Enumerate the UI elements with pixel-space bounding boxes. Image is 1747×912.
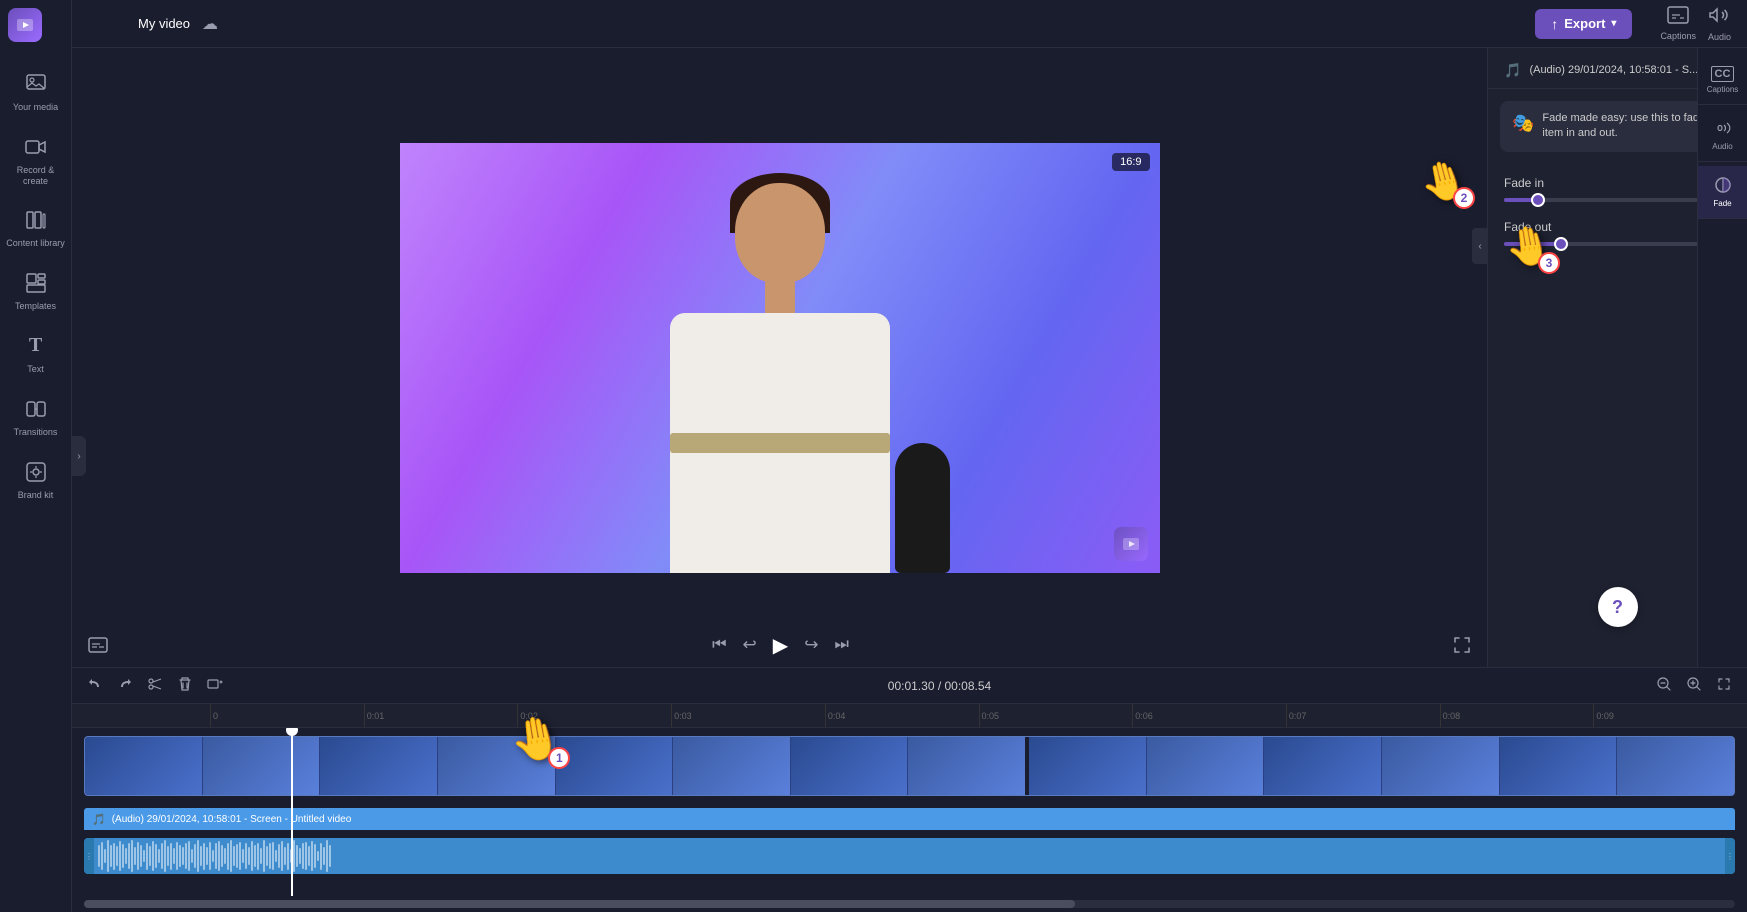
audio-icon <box>1709 5 1729 30</box>
right-panel: ‹ 🎵 (Audio) 29/01/2024, 10:58:01 - S... … <box>1487 48 1747 667</box>
thumb-1 <box>85 737 203 795</box>
brand-icon <box>22 458 50 486</box>
side-panel-icons: CC Captions Audio <box>1697 48 1747 667</box>
help-button[interactable]: ? <box>1598 587 1638 627</box>
skip-to-end-btn[interactable]: ⏭ <box>830 632 852 658</box>
sidebar-item-templates[interactable]: Templates <box>0 259 72 322</box>
thumb-4 <box>438 737 556 795</box>
top-right-panel: Captions Audio <box>1660 5 1731 42</box>
fullscreen-btn[interactable] <box>1449 632 1475 658</box>
sidebar: Your media Record & create Content libra… <box>0 0 72 912</box>
sidebar-item-brand-kit[interactable]: Brand kit <box>0 448 72 511</box>
video-title[interactable]: My video <box>138 16 190 31</box>
video-preview: 16:9 <box>72 48 1487 667</box>
ruler-marks: 0 0:01 0:02 0:03 0:04 0:05 0:06 0:07 0:0… <box>210 704 1747 727</box>
audio-handle-left[interactable]: ⋮ <box>84 838 94 874</box>
video-area: 16:9 <box>72 48 1747 667</box>
export-button[interactable]: ↑ Export ▾ <box>1535 9 1632 39</box>
fade-half-circle-icon <box>1714 176 1732 196</box>
app-logo <box>8 8 42 42</box>
library-icon <box>22 206 50 234</box>
thumb-8 <box>908 737 1025 795</box>
fade-out-label: Fade out <box>1504 220 1551 234</box>
audio-file-icon: 🎵 <box>1504 62 1521 79</box>
audio-track-label: (Audio) 29/01/2024, 10:58:01 - Screen - … <box>112 814 352 825</box>
sidebar-item-record-create[interactable]: Record & create <box>0 123 72 197</box>
zoom-out-btn[interactable] <box>1653 673 1675 699</box>
sidebar-item-transitions[interactable]: Transitions <box>0 385 72 448</box>
audio-handle-right[interactable]: ⋮ <box>1725 838 1735 874</box>
side-captions-btn[interactable]: CC Captions <box>1698 56 1747 105</box>
timeline-timestamp: 00:01.30 / 00:08.54 <box>888 679 991 693</box>
captions-btn[interactable]: Captions <box>1660 6 1696 41</box>
video-controls-bar: ⏮ ↩ ▶ ↪ ⏭ <box>72 623 1487 667</box>
sidebar-item-text[interactable]: T Text <box>0 322 72 385</box>
side-fade-btn[interactable]: Fade <box>1698 166 1747 219</box>
main-content: 16:9 <box>72 48 1747 912</box>
thumb-14 <box>1617 737 1734 795</box>
timeline-toolbar: 00:01.30 / 00:08.54 <box>72 668 1747 704</box>
redo-btn[interactable] <box>114 673 136 699</box>
timeline-expand-btn[interactable] <box>1713 673 1735 699</box>
tooltip-text: Fade made easy: use this to fade an item… <box>1542 111 1723 142</box>
cut-btn[interactable] <box>144 673 166 699</box>
zoom-in-btn[interactable] <box>1683 673 1705 699</box>
record-icon <box>22 133 50 161</box>
audio-label-strip: 🎵 (Audio) 29/01/2024, 10:58:01 - Screen … <box>84 808 1735 830</box>
topbar: My video ☁ ↑ Export ▾ Captions <box>72 0 1747 48</box>
cc-icon: CC <box>1711 66 1735 82</box>
right-panel-collapse-btn[interactable]: ‹ <box>1472 228 1488 264</box>
app-watermark <box>1114 527 1148 561</box>
play-pause-btn[interactable]: ▶ <box>769 629 792 662</box>
skip-to-start-btn[interactable]: ⏮ <box>708 632 730 658</box>
timeline-ruler: 0 0:01 0:02 0:03 0:04 0:05 0:06 0:07 0:0… <box>72 704 1747 728</box>
thumb-2 <box>203 737 321 795</box>
thumb-10 <box>1147 737 1265 795</box>
fast-forward-btn[interactable]: ↪ <box>800 631 822 659</box>
audio-music-icon: 🎵 <box>92 813 106 826</box>
media-icon <box>22 70 50 98</box>
text-icon: T <box>22 332 50 360</box>
playhead[interactable] <box>291 728 293 896</box>
thumb-12 <box>1382 737 1500 795</box>
captions-icon <box>1667 6 1689 29</box>
timeline-scrollbar-thumb[interactable] <box>84 900 1075 908</box>
thumb-3 <box>320 737 438 795</box>
thumb-6 <box>673 737 791 795</box>
thumb-13 <box>1500 737 1618 795</box>
tooltip-emoji: 🎭 <box>1512 111 1534 136</box>
cloud-save-icon: ☁ <box>202 14 218 34</box>
undo-btn[interactable] <box>84 673 106 699</box>
audio-waveform <box>94 838 1725 874</box>
aspect-ratio-badge: 16:9 <box>1112 153 1149 171</box>
rewind-btn[interactable]: ↩ <box>739 631 761 659</box>
sidebar-item-content-library[interactable]: Content library <box>0 196 72 259</box>
subtitle-toggle-btn[interactable] <box>84 633 112 657</box>
thumb-11 <box>1264 737 1382 795</box>
audio-track[interactable]: ⋮ <box>84 838 1735 874</box>
thumb-5 <box>556 737 674 795</box>
sidebar-collapse-btn[interactable]: › <box>72 436 86 476</box>
thumb-9 <box>1029 737 1147 795</box>
video-frame[interactable]: 16:9 <box>400 143 1160 573</box>
timeline: 00:01.30 / 00:08.54 <box>72 667 1747 912</box>
audio-panel-btn[interactable]: Audio <box>1708 5 1731 42</box>
transitions-icon <box>22 395 50 423</box>
timeline-tracks: 🎵 (Audio) 29/01/2024, 10:58:01 - Screen … <box>72 728 1747 896</box>
panel-title: (Audio) 29/01/2024, 10:58:01 - S... <box>1529 64 1717 76</box>
timeline-scrollbar[interactable] <box>84 900 1735 908</box>
delete-btn[interactable] <box>174 673 196 699</box>
audio-track-row: ⋮ <box>84 836 1735 876</box>
templates-icon <box>22 269 50 297</box>
video-track[interactable] <box>84 736 1735 796</box>
add-to-timeline-btn[interactable] <box>204 673 226 699</box>
side-audio-btn[interactable]: Audio <box>1698 109 1747 162</box>
thumb-7 <box>791 737 909 795</box>
sidebar-item-your-media[interactable]: Your media <box>0 60 72 123</box>
audio-wave-icon <box>1714 119 1732 139</box>
video-track-row <box>84 736 1735 796</box>
fade-in-label: Fade in <box>1504 176 1544 190</box>
